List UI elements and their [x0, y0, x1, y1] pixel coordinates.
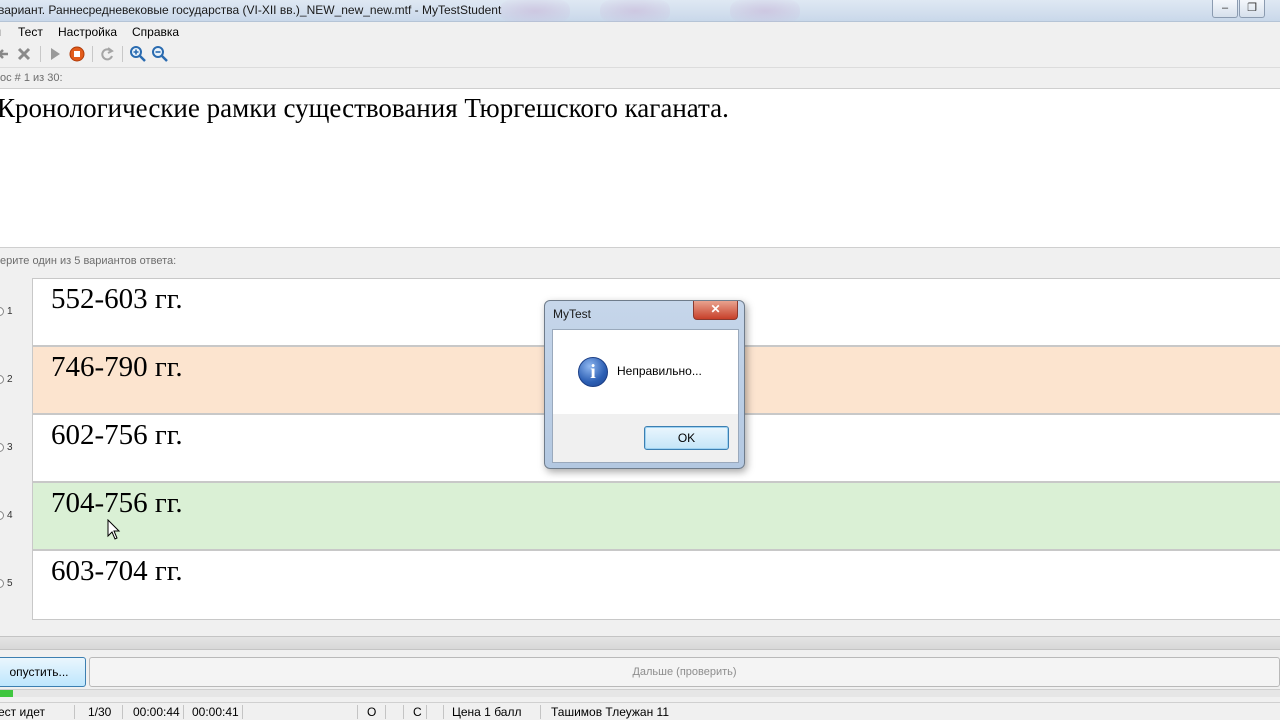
zoom-out-icon[interactable] [151, 45, 169, 63]
status-price: Цена 1 балл [452, 705, 522, 719]
back-icon[interactable] [0, 45, 12, 63]
menu-file-fragment[interactable]: ı [0, 25, 1, 39]
answer-text: 746-790 гг. [51, 351, 183, 383]
titlebar-glow [730, 0, 800, 22]
answer-number[interactable]: 2 [0, 374, 30, 388]
splitter[interactable] [0, 636, 1280, 650]
dialog-title: MyTest [553, 307, 592, 321]
radio-button[interactable] [0, 307, 4, 316]
refresh-icon[interactable] [98, 45, 116, 63]
menu-item-help[interactable]: Справка [132, 25, 179, 39]
answer-number[interactable]: 3 [0, 442, 30, 456]
stop-x-icon[interactable] [15, 45, 33, 63]
window-title: вариант. Раннесредневековые государства … [0, 3, 502, 17]
radio-button[interactable] [0, 443, 4, 452]
toolbar-divider [92, 46, 93, 62]
status-state: ест идет [0, 705, 45, 719]
play-icon[interactable] [46, 45, 64, 63]
question-text: Кронологические рамки существования Тюрг… [0, 93, 729, 123]
status-divider [443, 705, 444, 719]
progress-fill [0, 690, 13, 697]
radio-button[interactable] [0, 579, 4, 588]
dialog-body: i Неправильно... OK [552, 329, 739, 463]
status-divider [426, 705, 427, 719]
menu-item-settings[interactable]: Настройка [58, 25, 117, 39]
title-bar: вариант. Раннесредневековые государства … [0, 0, 1280, 22]
answer-prompt: ерите один из 5 вариантов ответа: [0, 255, 177, 267]
status-divider [122, 705, 123, 719]
answer-number[interactable]: 5 [0, 578, 30, 592]
status-divider [183, 705, 184, 719]
radio-button[interactable] [0, 375, 4, 384]
answer-text: 704-756 гг. [51, 487, 183, 519]
skip-button[interactable]: опустить... [0, 657, 86, 687]
answer-text: 603-704 гг. [51, 555, 183, 587]
status-divider [540, 705, 541, 719]
titlebar-glow [500, 0, 570, 22]
progress-bar [0, 689, 1280, 697]
dialog-message-area: i Неправильно... [553, 330, 738, 414]
answer-option[interactable]: 603-704 гг. [32, 550, 1280, 620]
answer-text: 552-603 гг. [51, 283, 183, 315]
status-divider [385, 705, 386, 719]
status-time-question: 00:00:41 [192, 705, 239, 719]
answer-text: 602-756 гг. [51, 419, 183, 451]
status-bar: ест идет 1/30 00:00:44 00:00:41 О С Цена… [0, 702, 1280, 720]
ok-button[interactable]: OK [644, 426, 729, 450]
status-divider [403, 705, 404, 719]
question-panel: Кронологические рамки существования Тюрг… [0, 88, 1280, 248]
status-divider [74, 705, 75, 719]
answer-number[interactable]: 4 [0, 510, 30, 524]
zoom-in-icon[interactable] [129, 45, 147, 63]
menu-bar: ı Тест Настройка Справка [0, 22, 1280, 41]
status-divider [357, 705, 358, 719]
toolbar [0, 41, 1280, 68]
status-user: Ташимов Тлеужан 11 [551, 705, 670, 719]
dialog-message: Неправильно... [617, 364, 702, 378]
restore-button[interactable]: ❐ [1239, 0, 1265, 18]
stop-record-icon[interactable] [68, 45, 86, 63]
status-c: С [413, 705, 422, 719]
answer-option-correct[interactable]: 704-756 гг. [32, 482, 1280, 550]
titlebar-glow [600, 0, 670, 22]
minimize-button[interactable]: – [1212, 0, 1238, 18]
status-o: О [367, 705, 377, 719]
toolbar-divider [122, 46, 123, 62]
info-icon: i [578, 357, 608, 387]
status-time-elapsed: 00:00:44 [133, 705, 180, 719]
menu-item-test[interactable]: Тест [18, 25, 43, 39]
status-count: 1/30 [88, 705, 112, 719]
toolbar-divider [40, 46, 41, 62]
dialog-close-button[interactable]: ✕ [693, 301, 738, 320]
question-counter: ос # 1 из 30: [0, 72, 63, 84]
message-dialog: MyTest ✕ i Неправильно... OK [544, 300, 745, 469]
mouse-cursor-icon [107, 519, 121, 540]
radio-button[interactable] [0, 511, 4, 520]
answer-number[interactable]: 1 [0, 306, 30, 320]
next-check-button[interactable]: Дальше (проверить) [89, 657, 1280, 687]
status-divider [242, 705, 243, 719]
